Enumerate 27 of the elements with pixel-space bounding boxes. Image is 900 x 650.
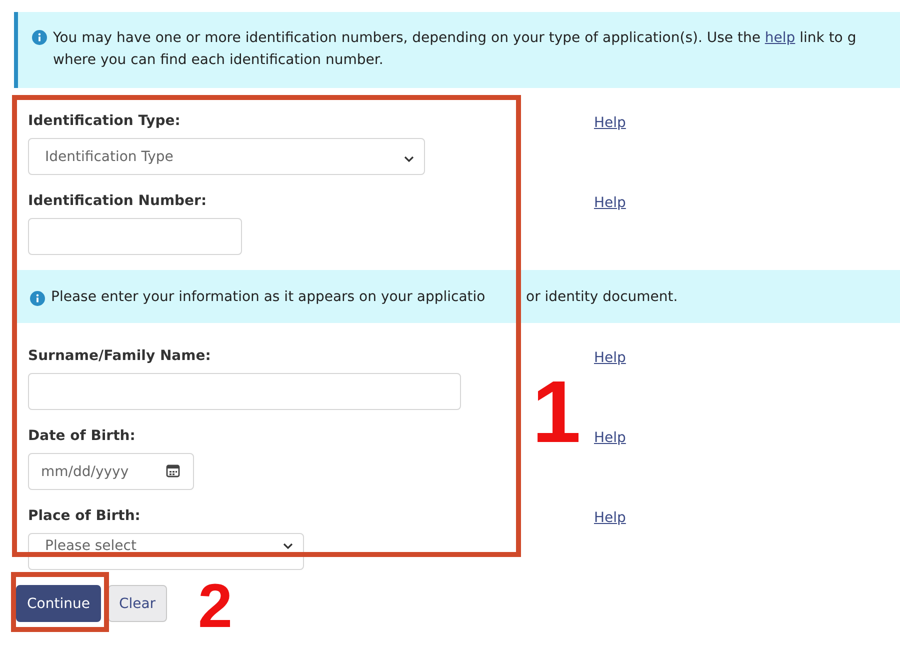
- date-field[interactable]: mm/dd/yyyy: [28, 453, 194, 490]
- help-link[interactable]: Help: [594, 115, 626, 131]
- info-text: Please enter your information as it appears on your applicatio: [51, 288, 486, 306]
- help-link[interactable]: help: [764, 30, 796, 46]
- input-field[interactable]: [28, 373, 461, 410]
- info-icon: [32, 30, 47, 45]
- info-text: You may have one or more identification numbers, depending on your type of application(s). Use the help link to g where you can find each identification number.: [53, 29, 856, 70]
- input-field[interactable]: [28, 218, 242, 255]
- clear-button[interactable]: Clear: [108, 585, 167, 622]
- continue-button[interactable]: Continue: [16, 585, 101, 622]
- info-text: or identity document.: [526, 288, 678, 306]
- select-field[interactable]: Identification Type: [28, 138, 425, 175]
- callout-number: 1: [532, 368, 581, 456]
- field-label: Date of Birth:: [28, 427, 136, 445]
- chevron-down-icon: [283, 543, 293, 550]
- callout-number: 2: [198, 576, 232, 638]
- field-label: Place of Birth:: [28, 507, 142, 525]
- chevron-down-icon: [404, 156, 414, 163]
- calendar-icon[interactable]: [166, 464, 180, 478]
- help-link[interactable]: Help: [594, 350, 626, 366]
- help-link[interactable]: Help: [594, 430, 626, 446]
- help-link[interactable]: Help: [594, 195, 626, 211]
- info-icon: [30, 290, 45, 306]
- field-label: Surname/Family Name:: [28, 347, 212, 365]
- help-link[interactable]: Help: [594, 510, 626, 526]
- field-label: Identification Number:: [28, 192, 208, 210]
- field-label: Identification Type:: [28, 112, 182, 130]
